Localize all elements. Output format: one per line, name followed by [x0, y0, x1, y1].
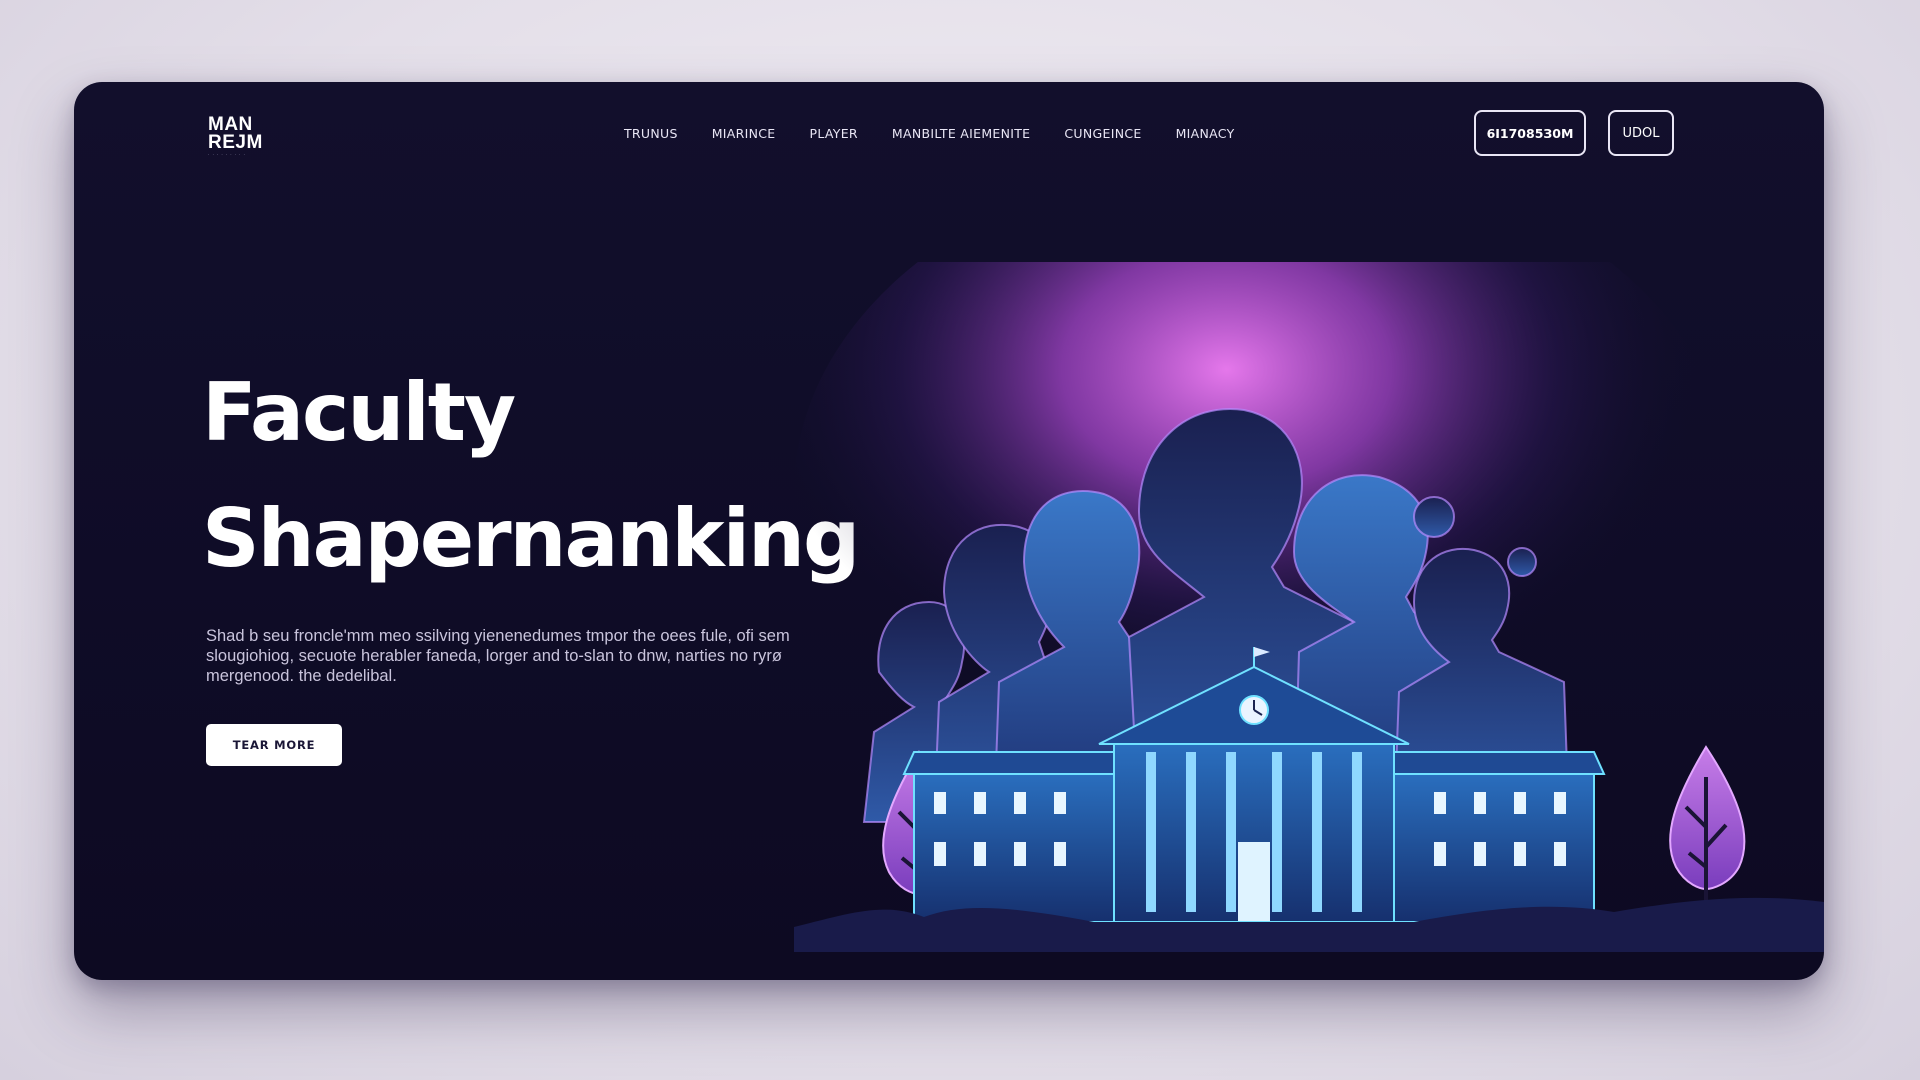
- nav-link-4[interactable]: MANBILTE AIEMENITE: [892, 126, 1031, 141]
- logo-tagline-mark: · · · · · · · · ·: [208, 152, 246, 157]
- hero-title-line-2: Shapernanking: [202, 492, 860, 585]
- nav-link-5[interactable]: CUNGEINCE: [1064, 126, 1141, 141]
- learn-more-button[interactable]: TEAR MORE: [206, 724, 342, 766]
- nav-link-6[interactable]: MIANACY: [1176, 126, 1235, 141]
- hero-card: MAN REJM · · · · · · · · · TRUNUS MIARIN…: [74, 82, 1824, 980]
- faculty-illustration: [794, 262, 1824, 952]
- site-logo[interactable]: MAN REJM · · · · · · · · ·: [208, 115, 278, 158]
- hero-title: Faculty Shapernanking: [202, 350, 860, 602]
- header-primary-button[interactable]: 6I17085З0M: [1474, 110, 1586, 156]
- logo-line-2: REJM: [208, 132, 263, 153]
- nav-link-1[interactable]: TRUNUS: [624, 126, 678, 141]
- hero-description: Shad b seu froncle'mm meo ssilving yiene…: [206, 627, 790, 685]
- nav-link-3[interactable]: PLAYER: [810, 126, 858, 141]
- right-tree: [1669, 745, 1746, 922]
- main-menu: TRUNUS MIARINCE PLAYER MANBILTE AIEMENIT…: [624, 126, 1235, 141]
- hero-title-line-1: Faculty: [202, 366, 516, 459]
- nav-link-2[interactable]: MIARINCE: [712, 126, 776, 141]
- header-secondary-button[interactable]: UDOL: [1608, 110, 1674, 156]
- top-navigation: MAN REJM · · · · · · · · · TRUNUS MIARIN…: [74, 82, 1824, 186]
